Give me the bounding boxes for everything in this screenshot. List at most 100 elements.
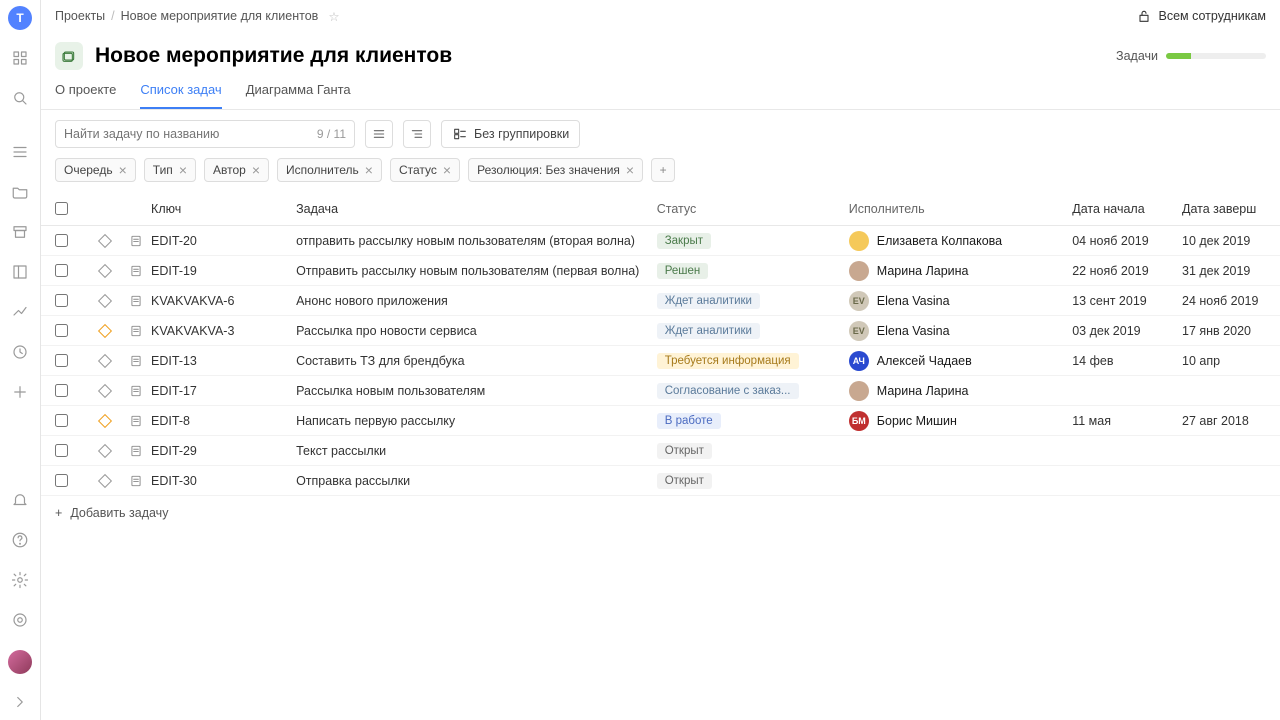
help-icon[interactable] (10, 530, 30, 550)
tree-view-button[interactable] (403, 120, 431, 148)
search-input[interactable] (64, 127, 317, 141)
task-title[interactable]: Рассылка новым пользователям (296, 384, 657, 398)
task-key[interactable]: KVAKVAKVA-6 (151, 294, 296, 308)
task-key[interactable]: EDIT-30 (151, 474, 296, 488)
tab-gantt[interactable]: Диаграмма Ганта (246, 82, 351, 109)
logo[interactable]: T (8, 6, 32, 30)
table-row[interactable]: ⋮⋮ EDIT-20 отправить рассылку новым поль… (41, 226, 1280, 256)
start-date: 03 дек 2019 (1072, 324, 1182, 338)
close-icon[interactable]: × (252, 163, 260, 177)
table-row[interactable]: ⋮⋮ EDIT-30 Отправка рассылки Открыт (41, 466, 1280, 496)
tab-list[interactable]: Список задач (140, 82, 221, 109)
assignee-name: Elena Vasina (877, 294, 950, 308)
col-status[interactable]: Статус (657, 202, 849, 216)
visibility-button[interactable]: Всем сотрудникам (1136, 8, 1266, 24)
filter-status[interactable]: Статус× (390, 158, 460, 182)
task-key[interactable]: EDIT-17 (151, 384, 296, 398)
table-row[interactable]: ⋮⋮ KVAKVAKVA-3 Рассылка про новости серв… (41, 316, 1280, 346)
task-title[interactable]: Отправка рассылки (296, 474, 657, 488)
expand-rail-icon[interactable] (10, 692, 30, 712)
col-end[interactable]: Дата заверш (1182, 202, 1280, 216)
task-title[interactable]: Рассылка про новости сервиса (296, 324, 657, 338)
close-icon[interactable]: × (179, 163, 187, 177)
task-title[interactable]: Анонс нового приложения (296, 294, 657, 308)
close-icon[interactable]: × (626, 163, 634, 177)
priority-icon (98, 353, 112, 367)
task-key[interactable]: EDIT-19 (151, 264, 296, 278)
close-icon[interactable]: × (119, 163, 127, 177)
filter-type[interactable]: Тип× (144, 158, 196, 182)
col-key[interactable]: Ключ (151, 202, 296, 216)
filter-author[interactable]: Автор× (204, 158, 269, 182)
task-key[interactable]: EDIT-20 (151, 234, 296, 248)
assignee-name: Борис Мишин (877, 414, 957, 428)
add-filter-button[interactable]: + (651, 158, 675, 182)
tab-about[interactable]: О проекте (55, 82, 116, 109)
task-title[interactable]: Составить ТЗ для брендбука (296, 354, 657, 368)
table-row[interactable]: ⋮⋮ EDIT-17 Рассылка новым пользователям … (41, 376, 1280, 406)
left-rail: T (0, 0, 41, 720)
tasks-progress: Задачи (1116, 49, 1266, 63)
board-icon[interactable] (10, 262, 30, 282)
filter-queue[interactable]: Очередь× (55, 158, 136, 182)
table-row[interactable]: ⋮⋮ EDIT-19 Отправить рассылку новым поль… (41, 256, 1280, 286)
end-date: 31 дек 2019 (1182, 264, 1280, 278)
close-icon[interactable]: × (443, 163, 451, 177)
archive-icon[interactable] (10, 222, 30, 242)
status-badge[interactable]: Закрыт (657, 233, 711, 249)
search-icon[interactable] (10, 88, 30, 108)
bell-icon[interactable] (10, 490, 30, 510)
status-badge[interactable]: Согласование с заказ... (657, 383, 799, 399)
user-avatar[interactable] (8, 650, 32, 674)
task-key[interactable]: EDIT-13 (151, 354, 296, 368)
analytics-icon[interactable] (10, 302, 30, 322)
breadcrumb-root[interactable]: Проекты (55, 9, 105, 23)
search-box[interactable]: 9 / 11 (55, 120, 355, 148)
gear-icon[interactable] (10, 570, 30, 590)
col-task[interactable]: Задача (296, 202, 657, 216)
priority-icon (98, 443, 112, 457)
status-badge[interactable]: Открыт (657, 473, 712, 489)
table-row[interactable]: ⋮⋮ EDIT-29 Текст рассылки Открыт (41, 436, 1280, 466)
avatar: АЧ (849, 351, 869, 371)
status-badge[interactable]: Решен (657, 263, 709, 279)
tasks-table: Ключ Задача Статус Исполнитель Дата нача… (41, 192, 1280, 720)
col-assignee[interactable]: Исполнитель (849, 202, 1072, 216)
task-title[interactable]: отправить рассылку новым пользователям (… (296, 234, 657, 248)
folder-icon[interactable] (10, 182, 30, 202)
recent-icon[interactable] (10, 342, 30, 362)
start-date: 04 нояб 2019 (1072, 234, 1182, 248)
end-date: 27 авг 2018 (1182, 414, 1280, 428)
star-icon[interactable]: ☆ (328, 9, 339, 24)
filter-resolution[interactable]: Резолюция: Без значения× (468, 158, 643, 182)
tasks-icon[interactable] (10, 142, 30, 162)
task-title[interactable]: Отправить рассылку новым пользователям (… (296, 264, 657, 278)
main-content: Проекты / Новое мероприятие для клиентов… (41, 0, 1280, 720)
start-date: 14 фев (1072, 354, 1182, 368)
assignee-name: Марина Ларина (877, 384, 969, 398)
close-icon[interactable]: × (365, 163, 373, 177)
add-icon[interactable] (10, 382, 30, 402)
filter-assignee[interactable]: Исполнитель× (277, 158, 382, 182)
task-title[interactable]: Текст рассылки (296, 444, 657, 458)
status-badge[interactable]: Ждет аналитики (657, 293, 760, 309)
status-badge[interactable]: Открыт (657, 443, 712, 459)
status-badge[interactable]: Требуется информация (657, 353, 799, 369)
task-key[interactable]: EDIT-29 (151, 444, 296, 458)
table-row[interactable]: ⋮⋮ KVAKVAKVA-6 Анонс нового приложения Ж… (41, 286, 1280, 316)
col-start[interactable]: Дата начала (1072, 202, 1182, 216)
table-row[interactable]: ⋮⋮ EDIT-13 Составить ТЗ для брендбука Тр… (41, 346, 1280, 376)
task-key[interactable]: EDIT-8 (151, 414, 296, 428)
task-title[interactable]: Написать первую рассылку (296, 414, 657, 428)
grouping-button[interactable]: Без группировки (441, 120, 580, 148)
list-view-button[interactable] (365, 120, 393, 148)
apps-icon[interactable] (10, 48, 30, 68)
status-badge[interactable]: Ждет аналитики (657, 323, 760, 339)
table-row[interactable]: ⋮⋮ EDIT-8 Написать первую рассылку В раб… (41, 406, 1280, 436)
status-badge[interactable]: В работе (657, 413, 721, 429)
add-task-button[interactable]: + Добавить задачу (41, 496, 1280, 530)
task-key[interactable]: KVAKVAKVA-3 (151, 324, 296, 338)
settings-icon[interactable] (10, 610, 30, 630)
end-date: 10 апр (1182, 354, 1280, 368)
select-all-checkbox[interactable] (55, 202, 68, 215)
